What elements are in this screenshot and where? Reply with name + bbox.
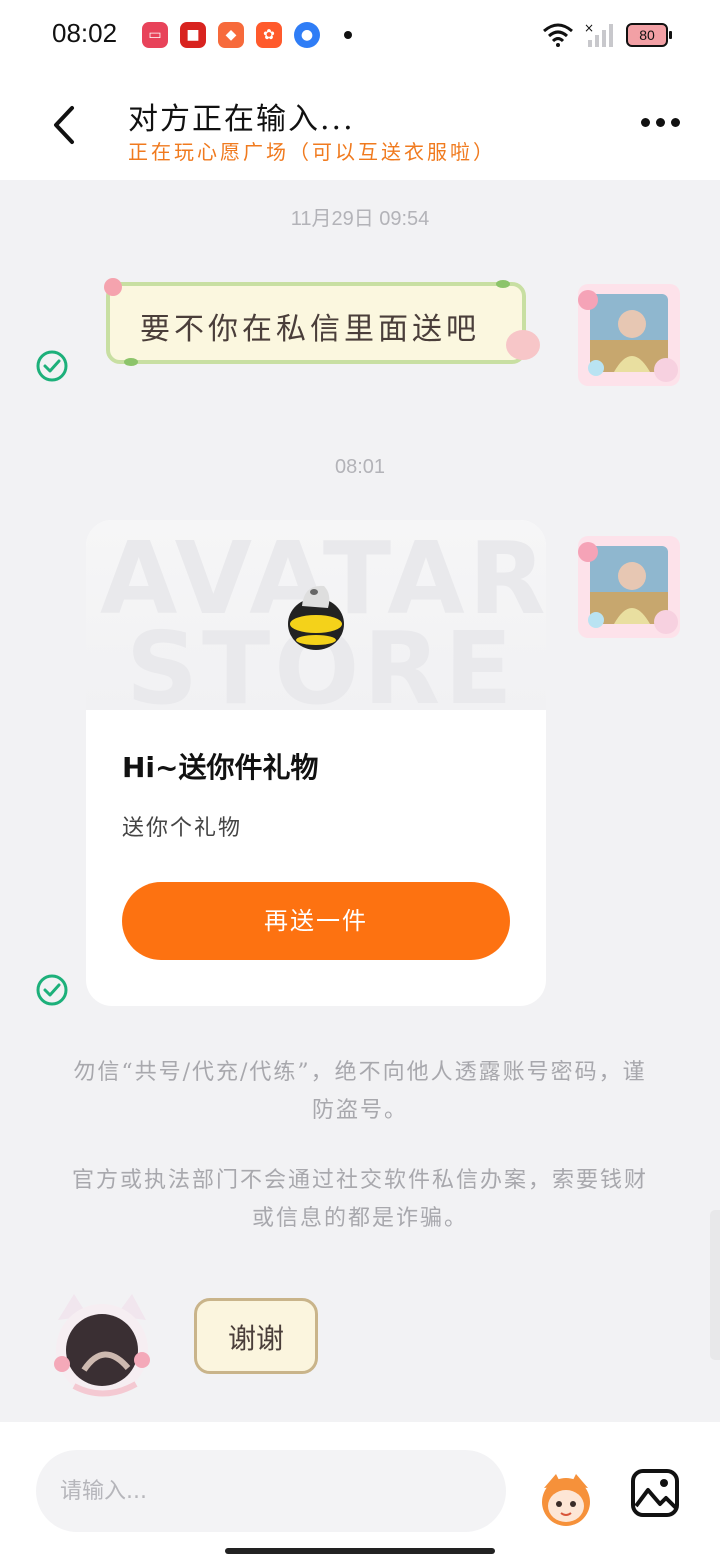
- user-avatar[interactable]: [574, 280, 684, 390]
- leaf-decoration-icon: [124, 358, 138, 366]
- chat-header: 对方正在输入... 正在玩心愿广场（可以互送衣服啦）: [0, 70, 720, 180]
- more-dot-icon: [671, 118, 680, 127]
- message-timestamp: 08:01: [334, 456, 386, 478]
- read-check-icon: [36, 974, 68, 1006]
- home-indicator[interactable]: [225, 1548, 495, 1554]
- fraud-warning: 官方或执法部门不会通过社交软件私信办案，索要钱财或信息的都是诈骗。: [71, 1168, 648, 1231]
- game-app-icon: ◆: [218, 22, 244, 48]
- wifi-icon: [543, 23, 573, 47]
- send-another-gift-button[interactable]: 再送一件: [122, 882, 510, 960]
- thanks-sticker-message[interactable]: 谢谢: [194, 1298, 318, 1374]
- sticker-text: 要不你在私信里面送吧: [140, 312, 480, 347]
- status-time: 08:02: [52, 18, 118, 48]
- image-picker-button[interactable]: [630, 1468, 680, 1518]
- system-icons: × 80: [542, 22, 672, 48]
- gift-banner: AVATAR STORE: [86, 520, 546, 727]
- input-bar: [0, 1422, 720, 1560]
- teapot-decoration-icon: [506, 330, 540, 360]
- leaf-decoration-icon: [496, 280, 510, 288]
- more-options-button[interactable]: [641, 118, 680, 127]
- svg-text:×: ×: [584, 22, 594, 35]
- read-check-icon: [36, 350, 68, 382]
- signal-icon: ×: [584, 22, 613, 47]
- gift-item-icon: [288, 585, 344, 650]
- notification-icons: ▭ ■ ◆ ✿ ●: [142, 22, 352, 48]
- gift-title: Hi~送你件礼物: [122, 751, 319, 784]
- back-button[interactable]: [44, 102, 84, 148]
- status-bar: 08:02 ▭ ■ ◆ ✿ ● × 80: [0, 0, 720, 70]
- message-input[interactable]: [36, 1450, 506, 1532]
- sticker-message[interactable]: 要不你在私信里面送吧: [104, 278, 540, 366]
- contact-avatar[interactable]: [44, 1290, 160, 1406]
- thanks-sticker-text: 谢谢: [227, 1322, 284, 1355]
- message-timestamp: 11月29日 09:54: [290, 208, 430, 230]
- battery-indicator: 80: [626, 23, 672, 47]
- more-dot-icon: [641, 118, 650, 127]
- chat-subtitle: 正在玩心愿广场（可以互送衣服啦）: [128, 140, 496, 164]
- security-warning: 勿信“共号/代充/代练”，绝不向他人透露账号密码，谨防盗号。: [73, 1060, 647, 1123]
- video-app-icon: ▭: [142, 22, 168, 48]
- more-dot-icon: [656, 118, 665, 127]
- red-packet-icon: ■: [180, 22, 206, 48]
- sticker-button[interactable]: [536, 1468, 596, 1528]
- browser-app-icon: ●: [294, 22, 320, 48]
- photo-app-icon: ✿: [256, 22, 282, 48]
- user-avatar[interactable]: [574, 532, 684, 642]
- chat-title: 对方正在输入...: [128, 102, 355, 137]
- gift-description: 送你个礼物: [122, 816, 243, 841]
- flower-decoration-icon: [104, 278, 122, 296]
- gift-card[interactable]: AVATAR STORE Hi~送你件礼物 送你个礼物 再送一件: [86, 520, 546, 1006]
- more-notifications-icon: [344, 31, 352, 39]
- scroll-handle[interactable]: [710, 1210, 720, 1360]
